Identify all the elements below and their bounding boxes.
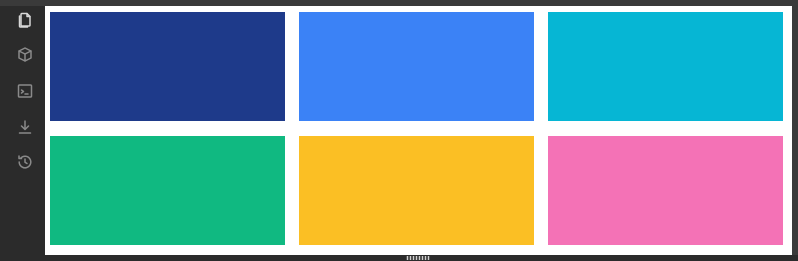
preview-canvas bbox=[45, 6, 792, 255]
color-swatch-blue bbox=[299, 12, 534, 121]
color-swatch-cyan bbox=[548, 12, 783, 121]
activity-sidebar bbox=[0, 6, 45, 255]
color-swatch-pink bbox=[548, 136, 783, 245]
color-swatch-green bbox=[50, 136, 285, 245]
package-icon[interactable] bbox=[16, 46, 34, 64]
color-swatch-amber bbox=[299, 136, 534, 245]
history-icon[interactable] bbox=[16, 153, 34, 171]
files-icon[interactable] bbox=[16, 11, 34, 29]
color-swatch-navy bbox=[50, 12, 285, 121]
panel-resize-handle[interactable] bbox=[406, 256, 430, 260]
right-border bbox=[792, 6, 798, 255]
bottom-panel-bar bbox=[0, 255, 798, 261]
app-window bbox=[0, 0, 798, 261]
terminal-icon[interactable] bbox=[16, 82, 34, 100]
download-icon[interactable] bbox=[16, 118, 34, 136]
